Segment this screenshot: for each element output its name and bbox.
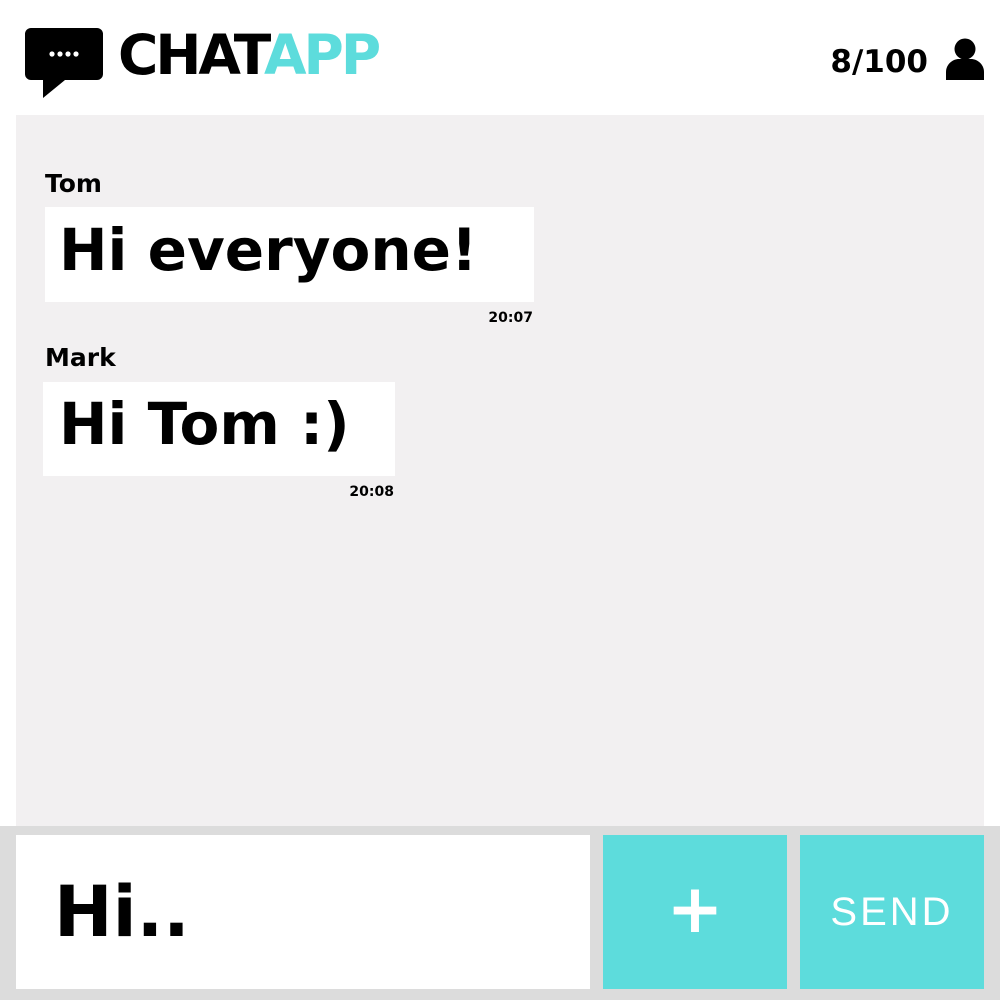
user-icon[interactable] [946, 38, 984, 80]
message-bubble: Hi Tom :) [43, 382, 395, 476]
chat-bubble-icon [25, 28, 103, 98]
online-user-count: 8/100 [830, 44, 928, 80]
logo-chat-text: CHAT [118, 23, 267, 87]
message-composer: + SEND [0, 826, 1000, 1000]
message-list[interactable]: Tom Hi everyone! 20:07 Mark Hi Tom :) 20… [16, 115, 984, 826]
logo-app-text: APP [263, 23, 381, 87]
message-sender: Tom [45, 169, 102, 198]
message-input[interactable] [16, 835, 590, 989]
add-attachment-button[interactable]: + [603, 835, 787, 989]
message-sender: Mark [45, 343, 116, 372]
app-logo: CHATAPP [118, 23, 381, 87]
message-text: Hi Tom :) [59, 390, 350, 458]
message-time: 20:07 [488, 310, 533, 326]
app-header: CHATAPP 8/100 [0, 0, 1000, 115]
send-button[interactable]: SEND [800, 835, 984, 989]
message-text: Hi everyone! [59, 216, 478, 284]
chat-app: CHATAPP 8/100 Tom Hi everyone! 20:07 Mar… [0, 0, 1000, 1000]
message-time: 20:08 [349, 484, 394, 500]
message-bubble: Hi everyone! [45, 207, 534, 302]
